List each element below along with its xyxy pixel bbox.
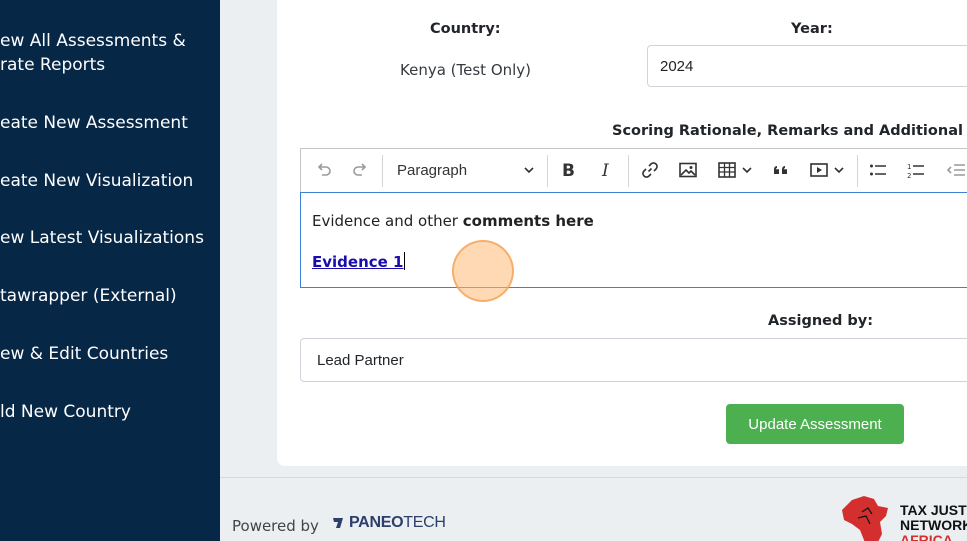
tax-justice-network-text: TAX JUSTICE NETWORK AFRICA <box>900 503 967 541</box>
editor-bold-text: comments here <box>462 212 594 230</box>
insert-table-button[interactable] <box>711 149 759 191</box>
image-icon <box>679 162 697 178</box>
paneotech-logo[interactable]: PANEO TECH <box>331 514 446 532</box>
link-icon <box>642 162 658 178</box>
editor-toolbar: Paragraph B I 12 <box>300 148 967 192</box>
bulleted-list-icon <box>870 164 886 176</box>
toolbar-divider <box>382 155 383 187</box>
year-field[interactable]: 2024 <box>647 45 967 87</box>
rich-text-editor[interactable]: Evidence and other comments here Evidenc… <box>300 192 967 288</box>
sidebar-item-label: ew & Edit Countries <box>0 344 169 364</box>
editor-paragraph: Evidence 1 <box>312 252 406 271</box>
redo-button[interactable] <box>345 149 375 191</box>
sidebar-item-label: ew All Assessments & <box>0 31 186 51</box>
country-value: Kenya (Test Only) <box>400 61 532 79</box>
chevron-down-icon <box>834 167 844 174</box>
tax-justice-network-logo[interactable]: TAX JUSTICE NETWORK AFRICA <box>838 494 967 541</box>
update-assessment-button[interactable]: Update Assessment <box>726 404 904 444</box>
toolbar-divider <box>628 155 629 187</box>
italic-icon: I <box>601 161 609 179</box>
editor-paragraph: Evidence and other comments here <box>312 212 594 230</box>
editor-text: Evidence and other <box>312 212 463 230</box>
toolbar-divider <box>857 155 858 187</box>
sidebar-item-create-visualization[interactable]: eate New Visualization <box>0 169 193 193</box>
bold-icon: B <box>562 161 575 179</box>
svg-text:B: B <box>562 161 575 179</box>
svg-text:1: 1 <box>907 163 911 171</box>
text-cursor <box>404 252 406 270</box>
insert-media-button[interactable] <box>803 149 851 191</box>
table-icon <box>718 162 736 178</box>
tjn-line-1: TAX JUSTICE <box>900 502 967 518</box>
sidebar-item-label: eate New Visualization <box>0 171 194 191</box>
svg-text:I: I <box>601 161 609 179</box>
paragraph-style-value: Paragraph <box>397 161 468 179</box>
bulleted-list-button[interactable] <box>863 149 893 191</box>
evidence-link[interactable]: Evidence 1 <box>312 253 403 271</box>
media-icon <box>810 163 828 177</box>
blockquote-button[interactable] <box>766 149 796 191</box>
toolbar-divider <box>547 155 548 187</box>
africa-map-icon <box>842 496 888 541</box>
paneotech-logo-light: TECH <box>403 514 446 531</box>
undo-button[interactable] <box>309 149 339 191</box>
italic-button[interactable]: I <box>591 149 621 191</box>
link-button[interactable] <box>635 149 665 191</box>
sidebar-item-label: ld New Country <box>0 402 131 422</box>
sidebar-item-label-line2: rate Reports <box>0 55 106 75</box>
numbered-list-button[interactable]: 12 <box>901 149 931 191</box>
outdent-icon <box>946 164 965 176</box>
bold-button[interactable]: B <box>553 149 583 191</box>
sidebar-item-datawrapper[interactable]: tawrapper (External) <box>0 284 177 308</box>
powered-by-text: Powered by <box>232 517 319 535</box>
outdent-button[interactable] <box>941 149 967 191</box>
sidebar-item-label: eate New Assessment <box>0 113 188 133</box>
sidebar-item-view-assessments[interactable]: ew All Assessments & rate Reports <box>0 29 186 77</box>
sidebar-item-label: ew Latest Visualizations <box>0 228 204 248</box>
tjn-line-2: NETWORK <box>900 517 967 533</box>
assigned-by-field[interactable]: Lead Partner <box>300 338 967 382</box>
country-label: Country: <box>430 21 501 37</box>
tjn-line-3: AFRICA <box>900 532 953 541</box>
sidebar-item-label: tawrapper (External) <box>0 286 177 306</box>
sidebar-item-add-country[interactable]: ld New Country <box>0 400 131 424</box>
quote-icon <box>774 166 787 174</box>
sidebar: ew All Assessments & rate Reports eate N… <box>0 0 220 541</box>
redo-icon <box>353 163 367 176</box>
undo-icon <box>317 163 331 176</box>
paragraph-style-select[interactable]: Paragraph <box>391 149 543 191</box>
svg-text:2: 2 <box>907 172 911 180</box>
chevron-down-icon <box>742 167 752 174</box>
footer-divider <box>220 477 967 478</box>
rationale-label: Scoring Rationale, Remarks and Additiona… <box>612 123 967 139</box>
year-label: Year: <box>791 21 833 37</box>
sidebar-item-create-assessment[interactable]: eate New Assessment <box>0 111 188 135</box>
assigned-by-label: Assigned by: <box>768 313 874 329</box>
paneotech-mark-icon <box>333 518 343 528</box>
numbered-list-icon: 12 <box>907 163 924 180</box>
insert-image-button[interactable] <box>673 149 703 191</box>
sidebar-item-latest-visualizations[interactable]: ew Latest Visualizations <box>0 226 204 250</box>
sidebar-item-edit-countries[interactable]: ew & Edit Countries <box>0 342 168 366</box>
chevron-down-icon <box>524 167 534 174</box>
paneotech-logo-bold: PANEO <box>349 514 404 531</box>
